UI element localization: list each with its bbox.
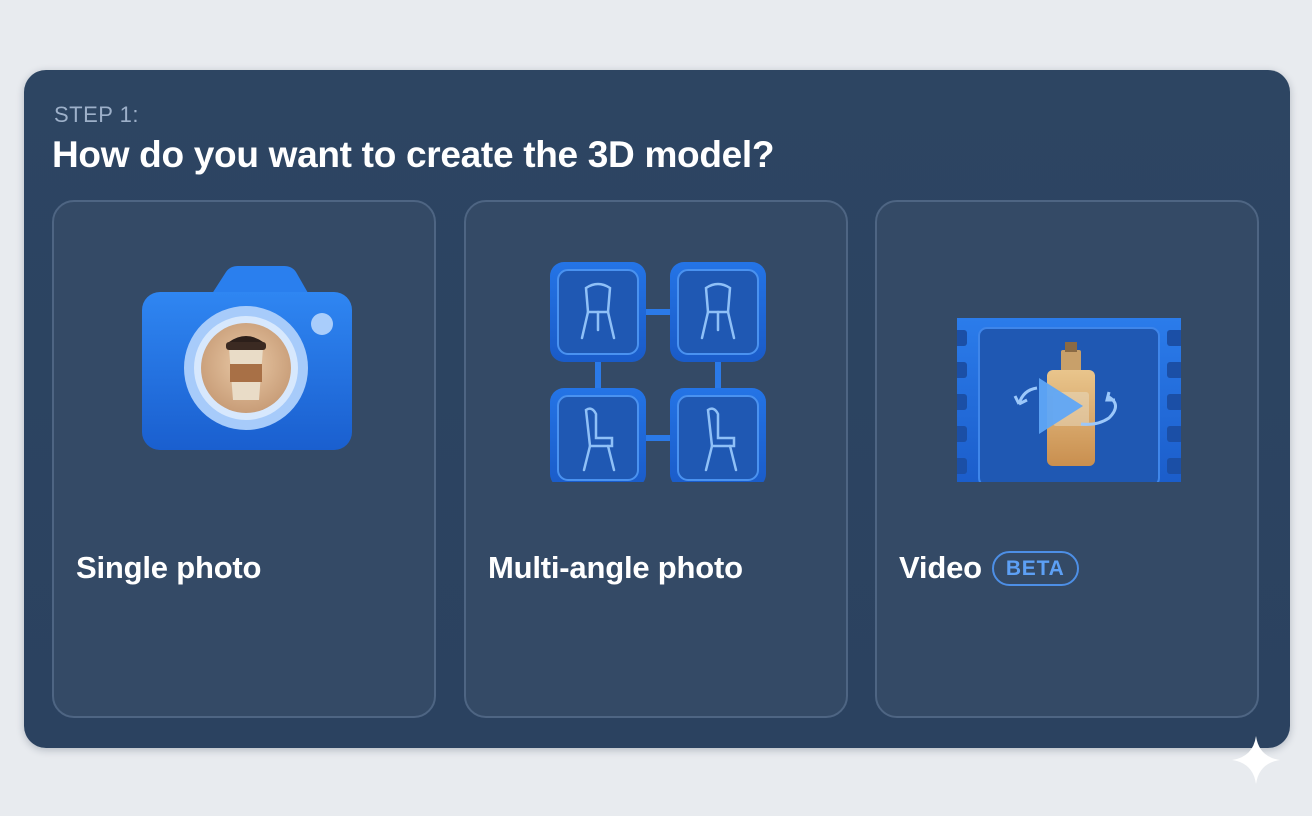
option-label: Multi-angle photo — [488, 550, 743, 585]
option-card-single-photo[interactable]: Single photo — [52, 200, 436, 718]
camera-icon — [142, 266, 352, 450]
video-film-icon — [957, 318, 1181, 482]
beta-badge: BETA — [991, 550, 1079, 586]
card-label: Single photo — [76, 550, 261, 586]
step-title: How do you want to create the 3D model? — [52, 134, 775, 175]
card-label: Multi-angle photo — [488, 550, 743, 586]
step-panel: STEP 1: How do you want to create the 3D… — [24, 70, 1290, 748]
option-label: Video — [899, 550, 982, 585]
sparkle-icon — [1232, 736, 1280, 784]
option-label: Single photo — [76, 550, 262, 585]
option-card-multi-angle-photo[interactable]: Multi-angle photo — [464, 200, 848, 718]
multi-angle-grid-icon — [550, 262, 766, 482]
step-label: STEP 1: — [54, 102, 140, 127]
option-card-video[interactable]: Video BETA — [875, 200, 1259, 718]
card-label: Video BETA — [899, 550, 1079, 586]
